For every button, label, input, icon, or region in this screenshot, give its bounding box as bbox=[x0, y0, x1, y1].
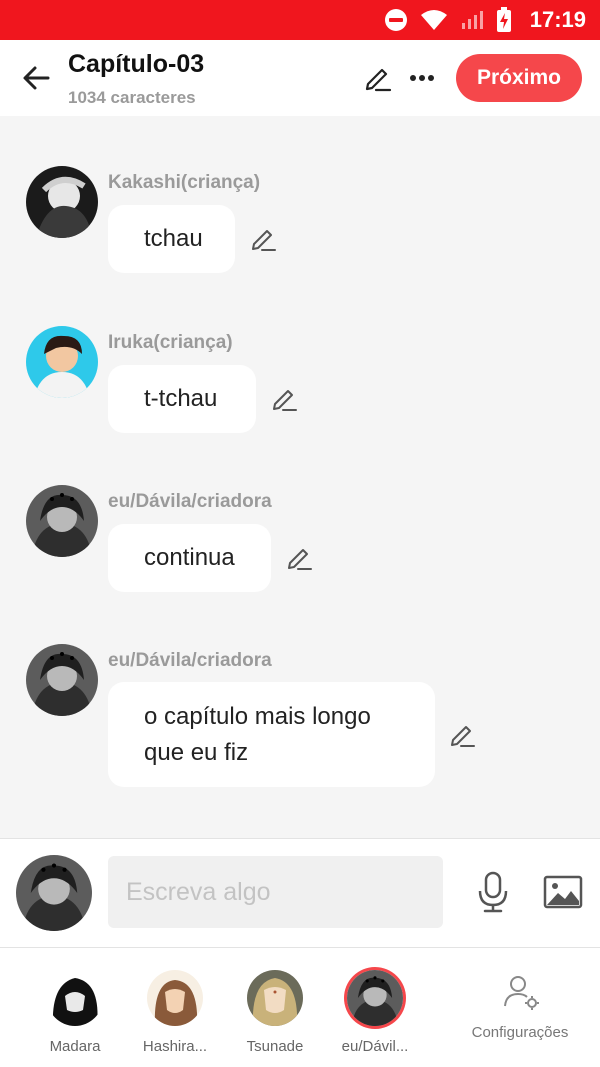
avatar[interactable] bbox=[26, 166, 98, 238]
avatar bbox=[247, 970, 303, 1026]
pencil-icon bbox=[451, 726, 475, 747]
microphone-button[interactable] bbox=[470, 869, 516, 915]
character-davila[interactable]: eu/Dávil... bbox=[325, 948, 425, 1067]
do-not-disturb-icon bbox=[384, 8, 408, 32]
character-hashirama[interactable]: Hashira... bbox=[125, 948, 225, 1067]
message-text-line: que eu fiz bbox=[144, 738, 249, 766]
image-icon bbox=[543, 875, 583, 909]
chapter-title: Capítulo-03 bbox=[68, 50, 205, 78]
next-button[interactable]: Próximo bbox=[456, 54, 582, 102]
settings-button[interactable]: Configurações bbox=[460, 948, 580, 1067]
back-button[interactable] bbox=[16, 58, 56, 98]
edit-message-button[interactable] bbox=[269, 383, 301, 415]
character-name: eu/Dávil... bbox=[341, 1038, 409, 1055]
message-bubble[interactable]: tchau bbox=[108, 205, 235, 273]
wifi-icon bbox=[420, 9, 448, 31]
more-options-button[interactable] bbox=[404, 60, 440, 96]
current-character-avatar[interactable] bbox=[16, 855, 92, 931]
character-tsunade[interactable]: Tsunade bbox=[225, 948, 325, 1067]
edit-message-button[interactable] bbox=[248, 223, 280, 255]
message-text: t-tchau bbox=[144, 385, 218, 412]
sender-name: Kakashi(criança) bbox=[108, 172, 261, 193]
avatar[interactable] bbox=[26, 326, 98, 398]
pencil-icon bbox=[273, 390, 297, 411]
microphone-icon bbox=[478, 871, 508, 913]
pencil-icon bbox=[288, 549, 312, 570]
settings-label: Configurações bbox=[471, 1024, 569, 1041]
edit-message-button[interactable] bbox=[284, 542, 316, 574]
avatar[interactable] bbox=[26, 644, 98, 716]
editor-header: Capítulo-03 1034 caracteres Próximo bbox=[0, 40, 600, 116]
edit-title-button[interactable] bbox=[360, 60, 396, 96]
avatar bbox=[147, 970, 203, 1026]
battery-charging-icon bbox=[496, 7, 512, 33]
composer bbox=[0, 839, 600, 947]
arrow-left-icon bbox=[23, 66, 50, 90]
character-bar: Madara Hashira... Tsunade eu/Dávil... Co… bbox=[0, 948, 600, 1067]
status-bar: 17:19 bbox=[0, 0, 600, 40]
character-name: Madara bbox=[49, 1038, 101, 1055]
avatar bbox=[347, 970, 403, 1026]
message-input[interactable] bbox=[108, 856, 443, 928]
sender-name: eu/Dávila/criadora bbox=[108, 650, 272, 671]
message-bubble[interactable]: t-tchau bbox=[108, 365, 256, 433]
avatar bbox=[47, 970, 103, 1026]
insert-image-button[interactable] bbox=[540, 869, 586, 915]
edit-message-button[interactable] bbox=[447, 719, 479, 751]
character-madara[interactable]: Madara bbox=[25, 948, 125, 1067]
more-dots-icon bbox=[410, 75, 434, 81]
signal-icon bbox=[460, 9, 484, 31]
message-text-line: o capítulo mais longo bbox=[144, 702, 371, 730]
message-text: tchau bbox=[144, 225, 203, 252]
user-settings-icon bbox=[502, 972, 542, 1012]
pencil-icon bbox=[365, 68, 392, 92]
character-count: 1034 caracteres bbox=[68, 88, 196, 107]
avatar[interactable] bbox=[26, 485, 98, 557]
message-bubble[interactable]: o capítulo mais longo que eu fiz bbox=[108, 682, 435, 787]
message-bubble[interactable]: continua bbox=[108, 524, 271, 592]
clock: 17:19 bbox=[529, 7, 586, 32]
character-name: Hashira... bbox=[142, 1038, 208, 1055]
character-name: Tsunade bbox=[246, 1038, 304, 1055]
sender-name: Iruka(criança) bbox=[108, 332, 233, 353]
pencil-icon bbox=[252, 230, 276, 251]
sender-name: eu/Dávila/criadora bbox=[108, 491, 272, 512]
message-text: continua bbox=[144, 544, 235, 571]
